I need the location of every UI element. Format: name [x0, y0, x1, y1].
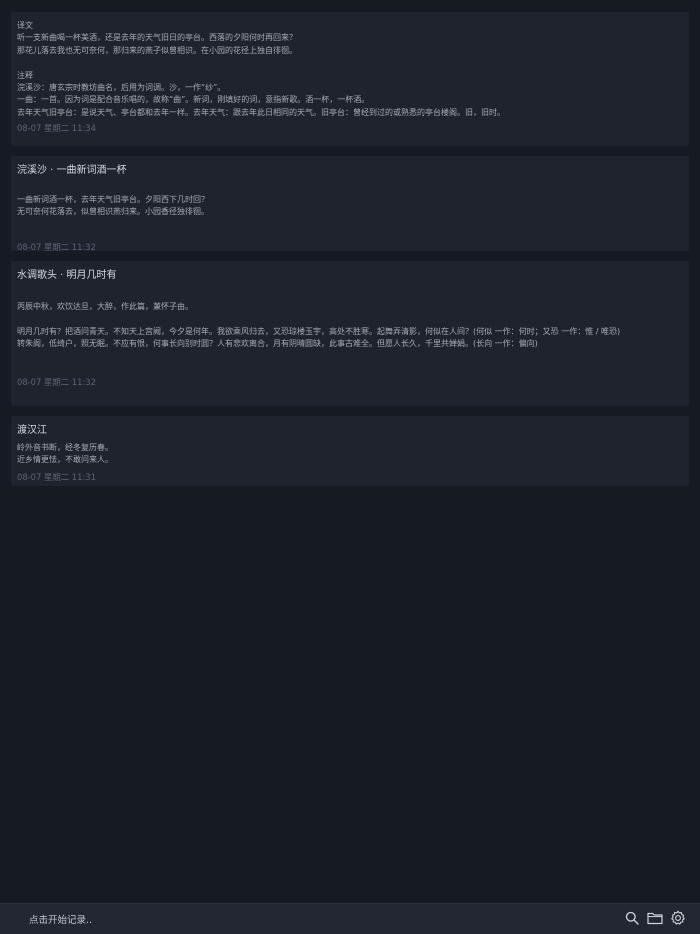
notes-app: 译文 听一支新曲喝一杯美酒，还是去年的天气旧日的亭台。西落的夕阳何时再回来？ 那… — [0, 0, 700, 934]
entry-timestamp: 08-07 星期二 11:32 — [17, 376, 96, 387]
entry-body: 译文 听一支新曲喝一杯美酒，还是去年的天气旧日的亭台。西落的夕阳何时再回来？ 那… — [17, 21, 505, 117]
entry-timestamp: 08-07 星期二 11:34 — [17, 123, 96, 134]
entry-title: 水调歌头 · 明月几时有 — [17, 270, 117, 281]
folder-icon[interactable] — [647, 910, 663, 926]
entry-body: 丙辰中秋，欢饮达旦，大醉，作此篇，兼怀子由。 明月几时有？把酒问青天。不知天上宫… — [17, 302, 621, 349]
record-input[interactable]: 点击开始记录.. — [29, 912, 92, 926]
entry-timestamp: 08-07 星期二 11:32 — [17, 241, 96, 252]
entry-feed: 译文 听一支新曲喝一杯美酒，还是去年的天气旧日的亭台。西落的夕阳何时再回来？ 那… — [11, 12, 689, 496]
entry-timestamp: 08-07 星期二 11:31 — [17, 471, 96, 482]
entry-card[interactable]: 浣溪沙 · 一曲新词酒一杯 一曲新词酒一杯，去年天气旧亭台。夕阳西下几时回？ 无… — [11, 156, 689, 252]
entry-title: 浣溪沙 · 一曲新词酒一杯 — [17, 165, 127, 176]
bottom-bar: 点击开始记录.. — [0, 903, 700, 934]
entry-card[interactable]: 水调歌头 · 明月几时有 丙辰中秋，欢饮达旦，大醉，作此篇，兼怀子由。 明月几时… — [11, 261, 689, 406]
entry-body: 一曲新词酒一杯，去年天气旧亭台。夕阳西下几时回？ 无可奈何花落去，似曾相识燕归来… — [17, 195, 209, 217]
settings-icon[interactable] — [670, 910, 686, 926]
entry-body: 岭外音书断，经冬复历春。 近乡情更怯，不敢问来人。 — [17, 443, 113, 465]
entry-card[interactable]: 译文 听一支新曲喝一杯美酒，还是去年的天气旧日的亭台。西落的夕阳何时再回来？ 那… — [11, 12, 689, 146]
entry-card[interactable]: 渡汉江 岭外音书断，经冬复历春。 近乡情更怯，不敢问来人。 08-07 星期二 … — [11, 416, 689, 486]
toolbar-icons — [624, 910, 686, 926]
entry-title: 渡汉江 — [17, 425, 47, 436]
search-icon[interactable] — [624, 910, 640, 926]
